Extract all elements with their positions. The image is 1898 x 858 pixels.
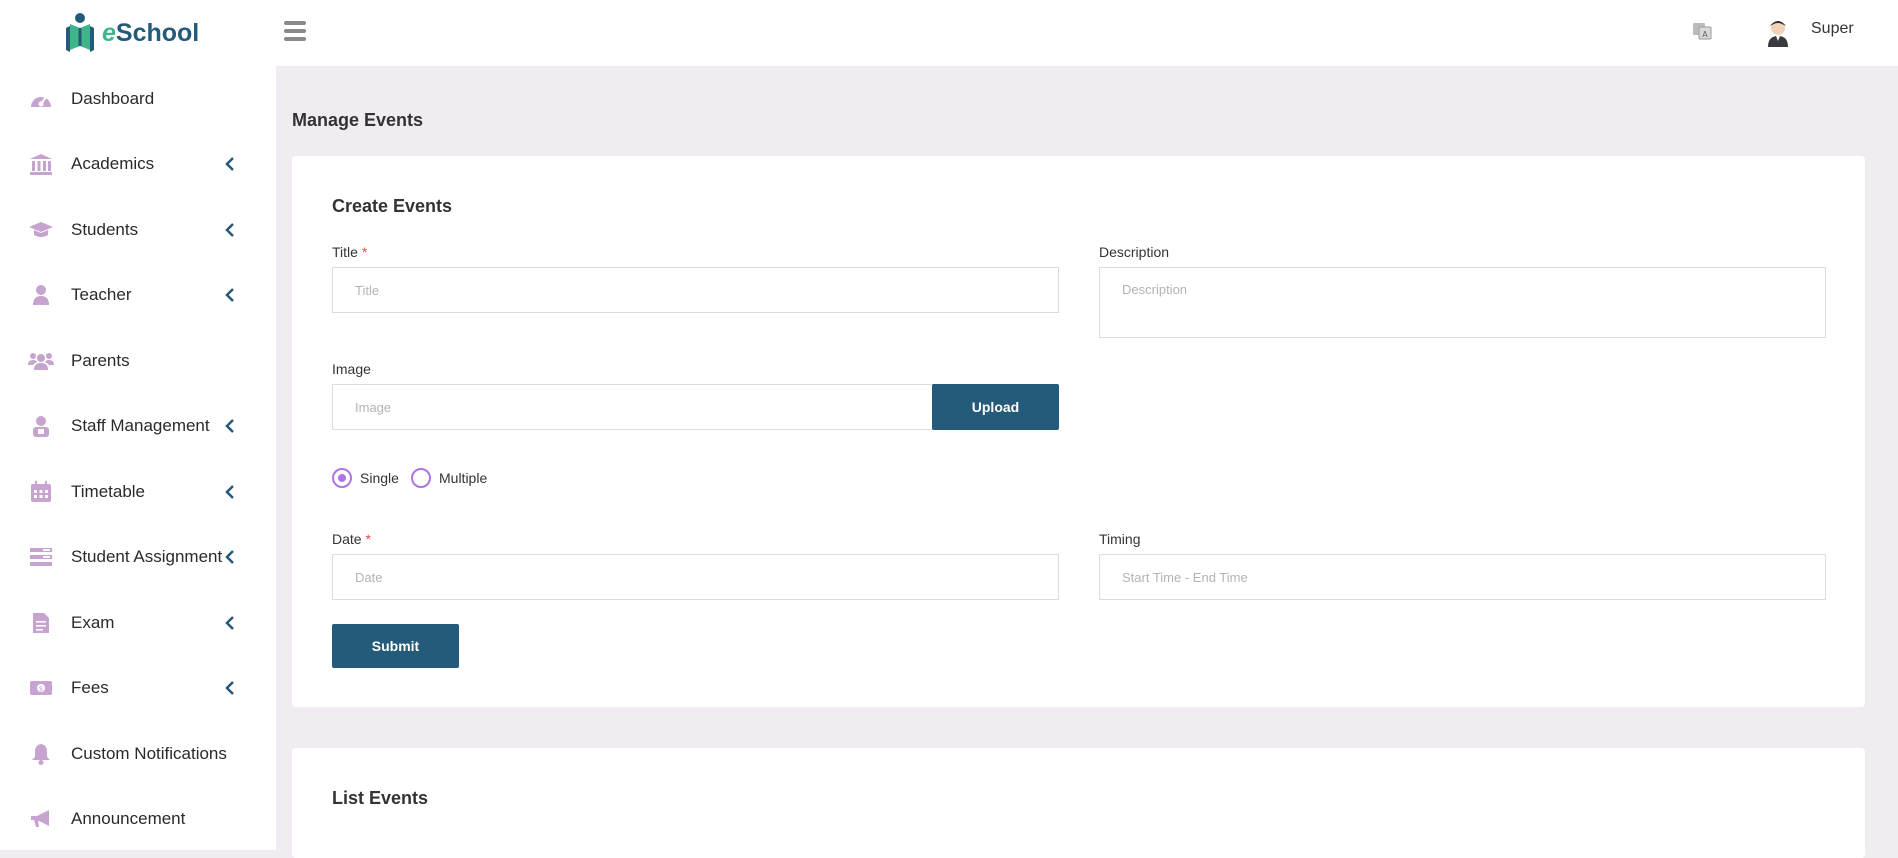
card-title: Create Events <box>332 196 453 216</box>
date-input[interactable]: Date <box>332 554 1059 600</box>
timing-input[interactable]: Start Time - End Time <box>1099 554 1826 600</box>
radio-multiple-label: Multiple <box>439 470 488 486</box>
chevron-left-icon[interactable] <box>225 484 235 499</box>
description-input[interactable]: Description <box>1099 267 1826 338</box>
timing-label: Timing <box>1099 531 1141 547</box>
staff-icon <box>28 413 54 439</box>
megaphone-icon <box>28 806 54 832</box>
users-icon <box>28 348 54 374</box>
money-icon: $ <box>28 675 54 701</box>
sidebar-item-label: Announcement <box>71 809 186 829</box>
dashboard-icon <box>28 86 54 112</box>
chevron-left-icon[interactable] <box>225 419 235 434</box>
user-icon <box>28 282 54 308</box>
calendar-icon <box>28 479 54 505</box>
sidebar-item-academics[interactable]: Academics <box>0 132 276 198</box>
chevron-left-icon[interactable] <box>225 288 235 303</box>
sidebar-item-teacher[interactable]: Teacher <box>0 263 276 329</box>
assignment-icon <box>28 544 54 570</box>
image-input[interactable]: Image <box>332 384 934 430</box>
image-label: Image <box>332 361 371 377</box>
sidebar-item-label: Staff Management <box>71 416 210 436</box>
svg-text:A: A <box>1702 30 1708 39</box>
sidebar-item-label: Timetable <box>71 481 146 501</box>
sidebar-item-staff-management[interactable]: Staff Management <box>0 394 276 460</box>
create-events-card: Create Events Title * Title Description … <box>292 156 1865 707</box>
radio-single-label: Single <box>360 470 399 486</box>
bell-icon <box>28 741 54 767</box>
sidebar-item-label: Teacher <box>71 285 132 305</box>
svg-text:$: $ <box>39 685 43 693</box>
radio-single[interactable] <box>332 468 352 488</box>
title-label: Title * <box>332 244 368 260</box>
sidebar-item-label: Fees <box>71 678 109 698</box>
sidebar-item-students[interactable]: Students <box>0 197 276 263</box>
chevron-left-icon[interactable] <box>225 157 235 172</box>
sidebar-item-label: Academics <box>71 154 155 174</box>
chevron-left-icon[interactable] <box>225 550 235 565</box>
sidebar-item-dashboard[interactable]: Dashboard <box>0 66 276 132</box>
sidebar-item-parents[interactable]: Parents <box>0 328 276 394</box>
submit-button[interactable]: Submit <box>332 624 459 668</box>
sidebar: eSchool Dashboard Academics Students Tea… <box>0 0 276 850</box>
description-label: Description <box>1099 244 1170 260</box>
logo-text: eSchool <box>102 18 200 47</box>
sidebar-item-announcement[interactable]: Announcement <box>0 787 276 853</box>
user-name[interactable]: Super <box>1811 20 1854 38</box>
sidebar-item-label: Parents <box>71 350 130 370</box>
hamburger-menu-icon[interactable] <box>284 21 306 41</box>
sidebar-item-label: Exam <box>71 612 115 632</box>
chevron-left-icon[interactable] <box>225 681 235 696</box>
sidebar-item-exam[interactable]: Exam <box>0 590 276 656</box>
date-label: Date * <box>332 531 371 547</box>
chevron-left-icon[interactable] <box>225 222 235 237</box>
list-events-card: List Events <box>292 748 1865 858</box>
logo-icon <box>66 13 94 52</box>
avatar[interactable] <box>1764 17 1792 47</box>
bank-icon <box>28 151 54 177</box>
graduation-cap-icon <box>28 217 54 243</box>
sidebar-item-label: Students <box>71 219 139 239</box>
radio-multiple[interactable] <box>411 468 431 488</box>
sidebar-item-timetable[interactable]: Timetable <box>0 459 276 525</box>
page-title: Manage Events <box>292 110 424 130</box>
sidebar-nav: Dashboard Academics Students Teacher Par… <box>0 66 276 852</box>
sidebar-item-custom-notifications[interactable]: Custom Notifications <box>0 721 276 787</box>
card-title: List Events <box>332 788 429 808</box>
sidebar-item-label: Dashboard <box>71 88 155 108</box>
chevron-left-icon[interactable] <box>225 615 235 630</box>
logo[interactable]: eSchool <box>62 10 199 56</box>
sidebar-item-label: Student Assignment <box>71 547 223 567</box>
sidebar-item-label: Custom Notifications <box>71 743 227 763</box>
title-input[interactable]: Title <box>332 267 1059 313</box>
sidebar-item-student-assignment[interactable]: Student Assignment <box>0 525 276 591</box>
upload-button[interactable]: Upload <box>932 384 1059 430</box>
topbar: A Super <box>276 0 1898 66</box>
sidebar-item-fees[interactable]: $ Fees <box>0 656 276 722</box>
language-icon[interactable]: A <box>1692 21 1712 41</box>
document-icon <box>28 610 54 636</box>
